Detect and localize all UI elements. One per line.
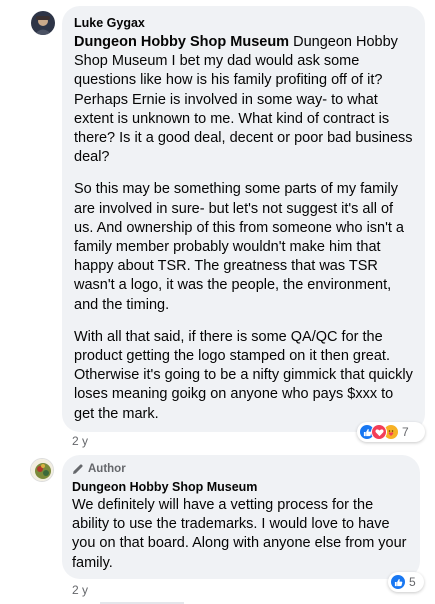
- comment-text: Dungeon Hobby Shop Museum Dungeon Hobby …: [74, 33, 413, 424]
- author-badge-label: Author: [88, 463, 126, 475]
- comment-author[interactable]: Dungeon Hobby Shop Museum: [72, 479, 410, 495]
- mention-link[interactable]: Dungeon Hobby Shop Museum: [74, 34, 289, 50]
- avatar[interactable]: [31, 11, 55, 35]
- comment-paragraph: Dungeon Hobby Shop Museum I bet my dad w…: [74, 34, 413, 166]
- like-icon: [390, 574, 406, 590]
- comment-bubble: Luke Gygax Dungeon Hobby Shop Museum Dun…: [62, 6, 425, 432]
- comment-timestamp[interactable]: 2 y: [72, 434, 88, 448]
- pencil-icon: [73, 464, 83, 474]
- reaction-summary[interactable]: 5: [388, 572, 424, 592]
- comment-bubble: Author Dungeon Hobby Shop Museum We defi…: [62, 455, 420, 579]
- reaction-count: 7: [402, 425, 409, 439]
- avatar[interactable]: [30, 458, 54, 482]
- author-badge: Author: [72, 462, 410, 476]
- reaction-summary[interactable]: 7: [357, 422, 425, 442]
- comment-author[interactable]: Luke Gygax: [74, 15, 413, 31]
- comment-text: We definitely will have a vetting proces…: [72, 497, 407, 571]
- comment-paragraph: So this may be something some parts of m…: [74, 181, 404, 313]
- reaction-count: 5: [409, 575, 416, 589]
- comment-paragraph: With all that said, if there is some QA/…: [74, 328, 413, 422]
- comment-timestamp[interactable]: 2 y: [72, 583, 88, 597]
- love-icon: [371, 424, 387, 440]
